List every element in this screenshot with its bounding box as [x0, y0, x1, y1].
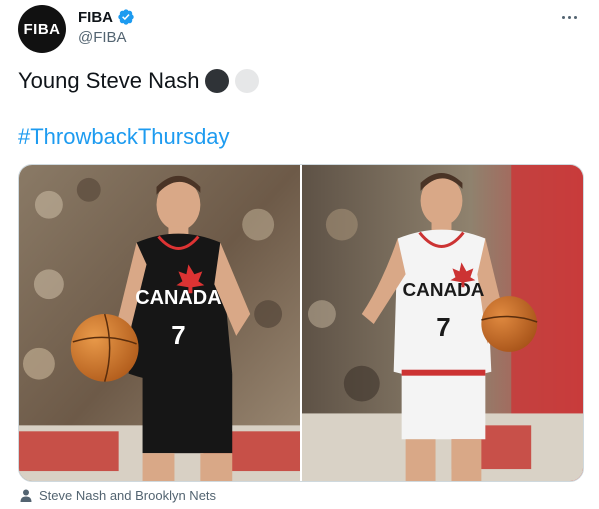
tweet-text: Young Steve Nash: [18, 68, 260, 94]
hashtag-link[interactable]: #ThrowbackThursday: [18, 124, 230, 150]
person-icon: [20, 489, 32, 502]
photo-2-jersey-number: 7: [436, 314, 450, 342]
avatar[interactable]: FIBA: [18, 5, 66, 53]
photo-1-jersey-number: 7: [171, 322, 185, 350]
media-grid: CANADA 7 CANADA 7: [18, 164, 584, 482]
white-circle-emoji-icon: [235, 69, 260, 93]
verified-badge-icon: [118, 9, 134, 25]
tagged-people-text: Steve Nash and Brooklyn Nets: [39, 488, 217, 503]
more-options-icon[interactable]: [557, 6, 581, 28]
photo-1-image: CANADA 7: [19, 165, 300, 481]
handle[interactable]: @FIBA: [78, 29, 127, 46]
display-name[interactable]: FIBA: [78, 9, 113, 26]
photo-1-jersey-text: CANADA: [135, 287, 221, 309]
photo-2-jersey-text: CANADA: [403, 280, 485, 301]
author-name-row[interactable]: FIBA: [78, 8, 135, 26]
avatar-logo-text: FIBA: [23, 20, 61, 38]
tweet: FIBA FIBA @FIBA Young Steve Nash #Throwb…: [0, 0, 599, 509]
black-circle-emoji-icon: [205, 69, 230, 93]
tagged-people[interactable]: Steve Nash and Brooklyn Nets: [20, 488, 216, 503]
photo-2-image: CANADA 7: [302, 165, 583, 481]
photo-2[interactable]: CANADA 7: [302, 165, 583, 481]
photo-1[interactable]: CANADA 7: [19, 165, 300, 481]
tweet-text-body: Young Steve Nash: [18, 68, 200, 93]
